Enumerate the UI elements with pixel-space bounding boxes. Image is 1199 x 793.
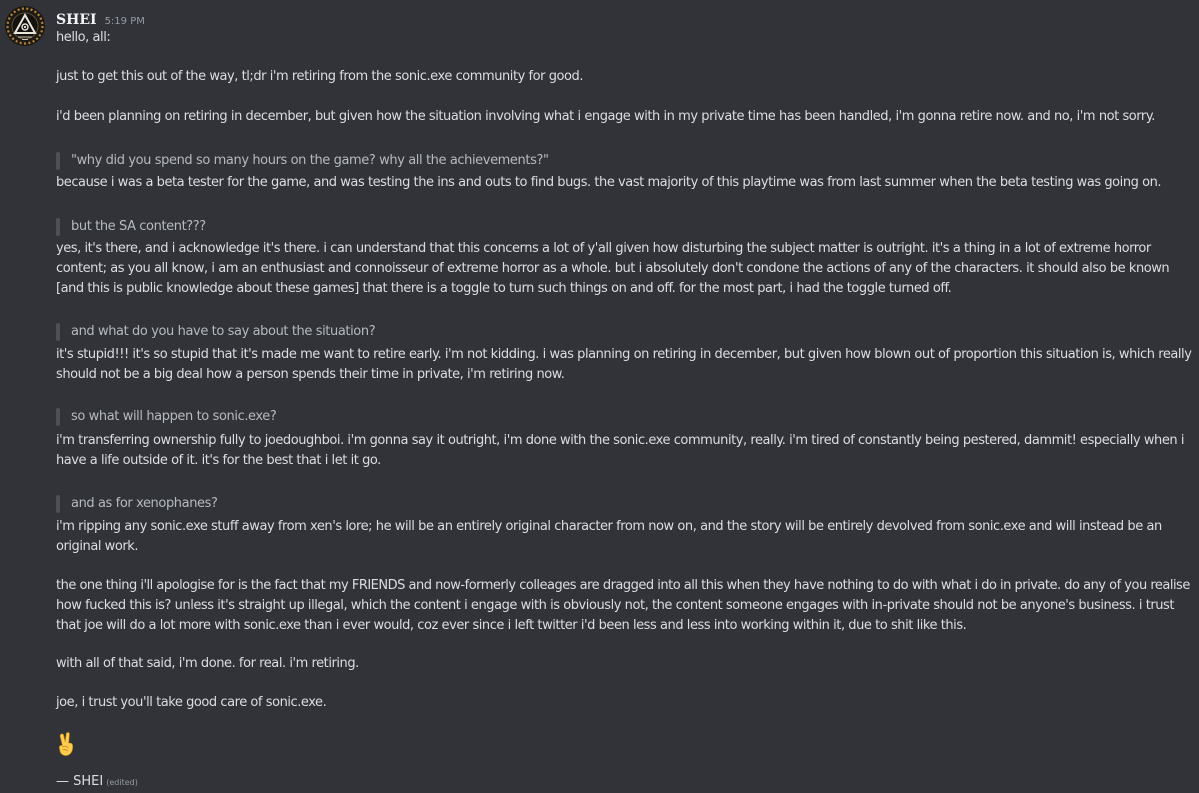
blockquote-text: and what do you have to say about the si… (71, 324, 376, 339)
blockquote-bar (56, 323, 60, 341)
message-line: original work. (56, 539, 139, 554)
timestamp[interactable]: 5:19 PM (105, 16, 145, 27)
message-line: it's stupid!!! it's so stupid that it's … (56, 347, 1192, 362)
edited-label[interactable]: (edited) (106, 778, 138, 787)
blockquote-bar (56, 408, 60, 426)
blockquote-bar (56, 495, 60, 513)
message-line: should not be a big deal how a person sp… (56, 367, 565, 382)
message-line: how fucked this is? unless it's straight… (56, 598, 1175, 613)
message-line: the one thing i'll apologise for is the … (56, 578, 1190, 593)
message-line: i'd been planning on retiring in decembe… (56, 109, 1155, 124)
message-line: content; as you all know, i am an enthus… (56, 261, 1170, 276)
signature-text: — SHEI (56, 774, 104, 789)
blockquote-text: "why did you spend so many hours on the … (71, 153, 549, 168)
avatar[interactable] (5, 6, 45, 46)
blockquote-bar (56, 218, 60, 236)
blockquote-text: but the SA content??? (71, 219, 206, 234)
message-line: with all of that said, i'm done. for rea… (56, 656, 359, 671)
message-line: hello, all: (56, 30, 111, 45)
blockquote-text: and as for xenophanes? (71, 496, 218, 511)
message-line: because i was a beta tester for the game… (56, 175, 1162, 190)
message-line: joe, i trust you'll take good care of so… (56, 695, 327, 710)
signature: — SHEI (edited) (56, 772, 138, 793)
message-line: i'm transferring ownership fully to joed… (56, 433, 1185, 448)
message-line: [and this is public knowledge about thes… (56, 281, 952, 296)
chat-message: SHEI 5:19 PM hello, all: just to get this… (0, 0, 1199, 791)
victory-hand-emoji-icon[interactable] (56, 731, 78, 757)
message-header: SHEI 5:19 PM (56, 9, 145, 29)
message-line: have a life outside of it. it's for the … (56, 453, 381, 468)
message-line: yes, it's there, and i acknowledge it's … (56, 241, 1151, 256)
blockquote-text: so what will happen to sonic.exe? (71, 409, 277, 424)
emblem-icon (6, 7, 44, 45)
blockquote-bar (56, 152, 60, 170)
message-line: that joe will do a lot more with sonic.e… (56, 618, 967, 633)
message-line: i'm ripping any sonic.exe stuff away fro… (56, 519, 1162, 534)
message-line: just to get this out of the way, tl;dr i… (56, 69, 584, 84)
username[interactable]: SHEI (56, 12, 97, 28)
